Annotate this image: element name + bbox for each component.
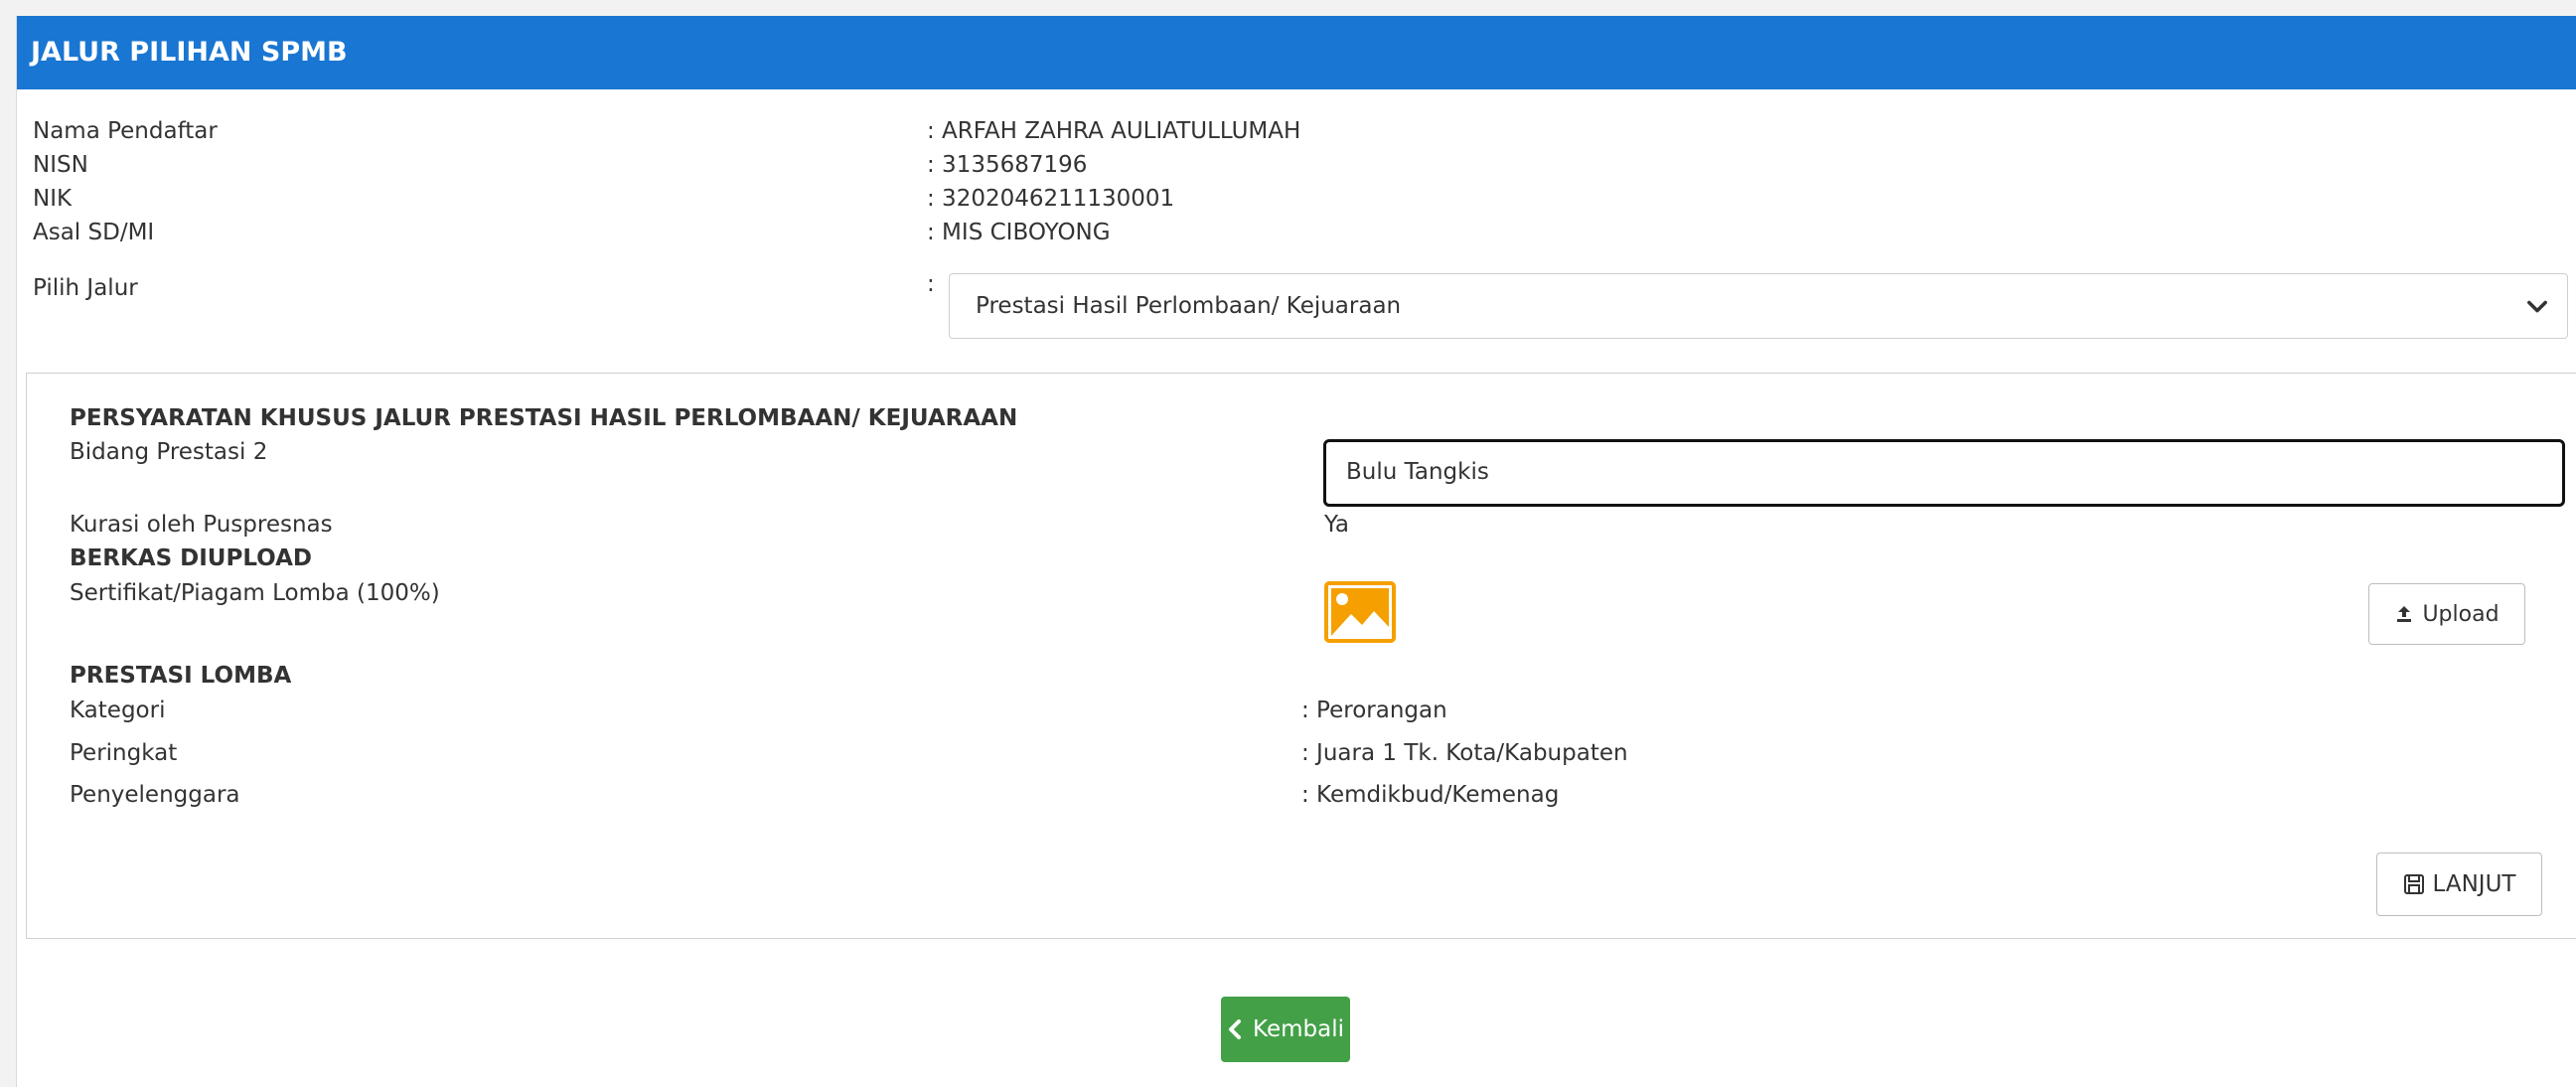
label-kategori: Kategori: [70, 698, 166, 723]
chevron-left-icon: [1229, 1019, 1242, 1039]
kembali-label: Kembali: [1253, 1016, 1344, 1042]
upload-button[interactable]: Upload: [2368, 583, 2525, 645]
upload-label: Upload: [2422, 601, 2500, 627]
value-kurasi: Ya: [1324, 512, 1349, 538]
value-penyelenggara: : Kemdikbud/Kemenag: [1301, 782, 1560, 808]
value-nama: : ARFAH ZAHRA AULIATULLUMAH: [927, 118, 1301, 144]
value-nisn: : 3135687196: [927, 152, 1088, 178]
uploads-heading: BERKAS DIUPLOAD: [70, 545, 312, 571]
prestasi-heading: PRESTASI LOMBA: [70, 663, 292, 689]
jalur-select[interactable]: Prestasi Hasil Perlombaan/ Kejuaraan: [949, 273, 2568, 339]
label-nama: Nama Pendaftar: [33, 118, 218, 144]
lanjut-button[interactable]: LANJUT: [2376, 853, 2542, 916]
chevron-down-icon: [2527, 300, 2547, 313]
label-asal: Asal SD/MI: [33, 220, 155, 245]
upload-icon: [2397, 606, 2412, 622]
lanjut-label: LANJUT: [2432, 871, 2516, 897]
kembali-button[interactable]: Kembali: [1221, 997, 1350, 1062]
label-peringkat: Peringkat: [70, 740, 178, 766]
bidang-prestasi-field[interactable]: Bulu Tangkis: [1323, 439, 2565, 507]
value-nik: : 3202046211130001: [927, 186, 1175, 212]
jalur-select-value: Prestasi Hasil Perlombaan/ Kejuaraan: [976, 293, 1402, 319]
label-nik: NIK: [33, 186, 73, 212]
label-nisn: NISN: [33, 152, 88, 178]
value-peringkat: : Juara 1 Tk. Kota/Kabupaten: [1301, 740, 1628, 766]
panel-header: JALUR PILIHAN SPMB: [17, 16, 2576, 89]
label-kurasi: Kurasi oleh Puspresnas: [70, 512, 333, 538]
label-bidang-prestasi: Bidang Prestasi 2: [70, 439, 268, 465]
value-kategori: : Perorangan: [1301, 698, 1447, 723]
label-pilih-jalur: Pilih Jalur: [33, 275, 138, 301]
requirements-heading: PERSYARATAN KHUSUS JALUR PRESTASI HASIL …: [70, 405, 1018, 431]
value-asal: : MIS CIBOYONG: [927, 220, 1111, 245]
bidang-prestasi-value: Bulu Tangkis: [1346, 459, 1489, 485]
image-icon[interactable]: [1324, 581, 1396, 643]
label-penyelenggara: Penyelenggara: [70, 782, 240, 808]
value-pilih-jalur-colon: :: [927, 271, 935, 297]
label-sertifikat: Sertifikat/Piagam Lomba (100%): [70, 580, 440, 606]
save-icon: [2403, 874, 2424, 894]
